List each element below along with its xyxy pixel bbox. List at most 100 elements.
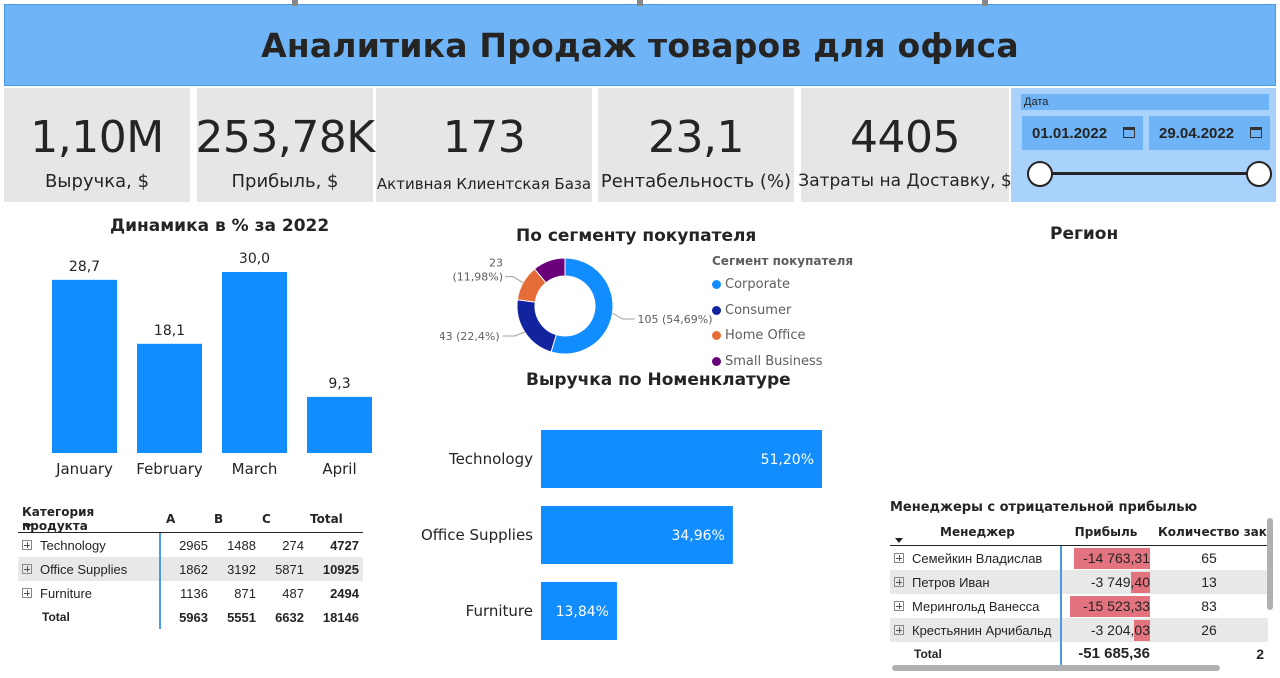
legend-label: Corporate [725, 277, 790, 293]
monthly-chart-title: Динамика в % за 2022 [110, 216, 330, 236]
matrix-cell-total: 18146 [322, 609, 359, 625]
legend-label: Consumer [725, 302, 792, 318]
date-start-input[interactable]: 01.01.2022 [1022, 116, 1143, 150]
date-slicer: Дата 01.01.2022 29.04.2022 [1011, 88, 1276, 202]
manager-row: Семейкин Владислав -14 763,31 65 [890, 546, 1268, 570]
bar-january [52, 279, 117, 453]
expand-icon[interactable] [894, 553, 904, 563]
category-label: March [232, 460, 278, 478]
sort-desc-icon[interactable] [24, 524, 32, 529]
legend-item[interactable]: Consumer [712, 298, 823, 324]
expand-icon[interactable] [894, 601, 904, 611]
managers-total-row: Total -51 685,36 2 [890, 642, 1268, 666]
legend-item[interactable]: Home Office [712, 323, 823, 349]
bar-april [307, 396, 372, 453]
header-manager[interactable]: Менеджер [890, 525, 1062, 539]
resize-handle[interactable] [637, 0, 643, 6]
range-end-handle[interactable] [1246, 161, 1272, 187]
kpi-label: Рентабельность (%) [600, 171, 792, 192]
kpi-value: 1,10M [30, 112, 164, 163]
category-label: Office Supplies [421, 526, 533, 544]
horizontal-scrollbar[interactable] [892, 665, 1220, 671]
resize-handle[interactable] [292, 0, 298, 6]
page-title: Аналитика Продаж товаров для офиса [261, 25, 1019, 65]
expand-icon[interactable] [22, 588, 32, 598]
bar-value-label: 18,1 [154, 323, 185, 339]
kpi-label: Активная Клиентская База [376, 175, 592, 193]
manager-order-count: 26 [1201, 622, 1217, 638]
nomenclature-bar-chart: Technology 51,20% Office Supplies 34,96% Fur… [421, 430, 822, 640]
expand-icon[interactable] [22, 564, 32, 574]
kpi-card-shipping-cost: 4405 Затраты на Доставку, $ [798, 88, 1012, 202]
data-label: (11,98%) [453, 271, 504, 284]
matrix-row: Office Supplies 1862 3192 5871 10925 [18, 557, 363, 581]
legend-item[interactable]: Corporate [712, 272, 823, 298]
legend-label: Home Office [725, 328, 806, 344]
manager-profit: -14 763,31 [1083, 550, 1150, 566]
manager-order-count: 65 [1201, 550, 1217, 566]
vertical-scrollbar[interactable] [1267, 518, 1273, 610]
matrix-header-category[interactable]: Категория продукта [18, 505, 160, 533]
manager-order-count: 83 [1201, 598, 1217, 614]
manager-profit: -3 749,40 [1090, 574, 1150, 590]
matrix-header-a[interactable]: A [160, 512, 208, 526]
matrix-row: Technology 2965 1488 274 4727 [18, 533, 363, 557]
managers-table-title: Менеджеры с отрицательной прибылью [890, 500, 1198, 515]
kpi-label: Затраты на Доставку, $ [798, 171, 1012, 191]
matrix-cell: 5551 [227, 609, 256, 625]
segment-chart-title: По сегменту покупателя [516, 226, 757, 246]
manager-name: Семейкин Владислав [912, 550, 1043, 566]
date-start-value: 01.01.2022 [1032, 124, 1108, 142]
matrix-cell: 1862 [179, 561, 208, 577]
leader-line [502, 331, 525, 337]
calendar-icon[interactable] [1123, 127, 1135, 138]
matrix-header: Категория продукта A B C Total [18, 505, 363, 533]
category-label: Furniture [466, 602, 533, 620]
kpi-card-profit: 253,78K Прибыль, $ [195, 88, 375, 202]
legend-marker [712, 331, 721, 341]
managers-total-profit: -51 685,36 [1078, 645, 1150, 662]
segment-legend-title: Сегмент покупателя [712, 254, 854, 268]
expand-icon[interactable] [894, 577, 904, 587]
data-label: 105 (54,69%) [637, 313, 712, 326]
expand-icon[interactable] [22, 540, 32, 550]
matrix-cell: 1488 [227, 537, 256, 553]
matrix-header-c[interactable]: C [256, 512, 304, 526]
kpi-card-profitability: 23,1 Рентабельность (%) [598, 88, 794, 202]
sort-desc-icon[interactable] [895, 538, 903, 543]
resize-handle[interactable] [982, 0, 988, 6]
matrix-cell-total: 10925 [322, 561, 359, 577]
leader-line [612, 312, 635, 320]
data-label: 23 [489, 257, 503, 270]
bar-value-label: 51,20% [761, 452, 814, 468]
date-end-input[interactable]: 29.04.2022 [1149, 116, 1270, 150]
managers-total-count: 2 [1256, 646, 1264, 662]
manager-name: Крестьянин Арчибальд [912, 622, 1052, 638]
kpi-label: Прибыль, $ [231, 171, 339, 192]
matrix-total-label: Total [42, 610, 70, 624]
leader-line [505, 276, 524, 284]
matrix-cell: 2965 [179, 537, 208, 553]
header-profit[interactable]: Прибыль [1062, 525, 1150, 539]
bar-value-label: 9,3 [328, 376, 350, 392]
matrix-cell: 1136 [180, 585, 208, 601]
bar-value-label: 28,7 [69, 259, 100, 275]
matrix-header-b[interactable]: B [208, 512, 256, 526]
matrix-divider [159, 533, 161, 629]
manager-order-count: 13 [1201, 574, 1217, 590]
matrix-cell: 5963 [179, 609, 208, 625]
matrix-cell: 5871 [275, 561, 304, 577]
category-label: January [55, 460, 113, 478]
matrix-header-total[interactable]: Total [304, 512, 359, 526]
category-label: April [322, 460, 356, 478]
calendar-icon[interactable] [1250, 127, 1262, 138]
expand-icon[interactable] [894, 625, 904, 635]
matrix-row-label: Furniture [40, 585, 93, 601]
managers-table-header: Менеджер Прибыль Количество зака [890, 518, 1268, 546]
date-end-value: 29.04.2022 [1159, 124, 1235, 142]
header-order-count[interactable]: Количество зака [1150, 525, 1268, 539]
manager-row: Мерингольд Ванесса -15 523,33 83 [890, 594, 1268, 618]
kpi-card-revenue: 1,10M Выручка, $ [4, 88, 190, 202]
range-start-handle[interactable] [1027, 161, 1053, 187]
matrix-cell-total: 4727 [330, 537, 359, 553]
